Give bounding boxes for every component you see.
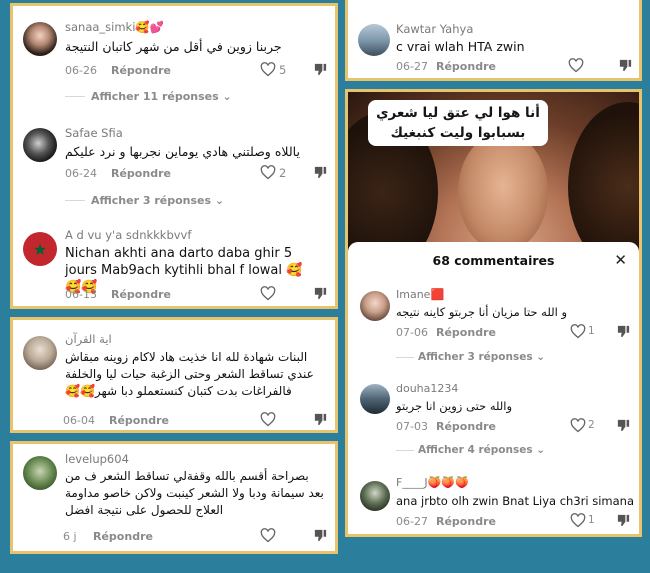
avatar[interactable] [23,336,57,370]
comment-text: جربنا زوين في أقل من شهر كاتبان النتيجة [65,39,282,54]
heart-icon[interactable] [570,513,586,528]
show-replies-button[interactable]: Afficher 3 réponses ⌄ [91,194,224,207]
chevron-down-icon: ⌄ [536,444,546,456]
reply-button[interactable]: Répondre [436,420,496,433]
video-caption: أنا هوا لي عتق ليا شعري بسبابوا وليت كنب… [368,100,548,146]
avatar[interactable] [360,384,390,414]
face-shape [458,132,548,252]
dislike-icon[interactable] [313,165,328,180]
like-count: 1 [588,325,595,337]
dislike-icon[interactable] [618,58,633,73]
avatar[interactable] [360,481,390,511]
flag-avatar[interactable]: ★ [23,232,57,266]
show-replies-label: Afficher 3 réponses [418,351,533,363]
reply-button[interactable]: Répondre [111,167,171,180]
comment-card-3: levelup604 بصراحة أقسم بالله وقفةلي تساق… [10,441,338,554]
avatar[interactable] [358,24,390,56]
like-count: 1 [588,514,595,526]
comment-username[interactable]: levelup604 [65,452,129,466]
reply-button[interactable]: Répondre [436,60,496,73]
comment-date: 06-27 [396,60,428,73]
reply-button[interactable]: Répondre [436,515,496,528]
comment-date: 6 j [63,530,77,543]
comment-username[interactable]: Imane🟥 [396,288,444,301]
comment-username[interactable]: F____J🍑🍑🍑 [396,476,469,489]
show-replies-label: Afficher 11 réponses [91,90,219,103]
divider [65,200,85,201]
avatar[interactable] [23,22,57,56]
comment-username[interactable]: sanaa_simki🥰💕 [65,20,164,34]
comment-text: و الله حتا مزيان أنا جربتو كاينه نتيجه [396,305,568,319]
heart-icon[interactable] [260,165,276,180]
show-replies-label: Afficher 4 réponses [418,444,533,456]
reply-button[interactable]: Répondre [111,64,171,77]
dislike-icon[interactable] [313,62,328,77]
comment-text: البنات شهادة لله انا خذيت هاد لاكام زوين… [65,350,314,398]
heart-icon[interactable] [260,528,276,543]
comment-date: 06-13 [65,288,97,301]
comment-card-4: Kawtar Yahya c vrai wlah HTA zwin 06-27 … [345,0,642,81]
reply-button[interactable]: Répondre [109,414,169,427]
show-replies-label: Afficher 3 réponses [91,194,212,207]
chevron-down-icon: ⌄ [536,351,546,363]
hair-shape [568,102,639,252]
comment-username[interactable]: Safae Sfia [65,126,123,140]
heart-icon[interactable] [260,62,276,77]
comment-card-2: اية القرآن البنات شهادة لله انا خذيت هاد… [10,317,338,433]
comment-text: ana jrbto olh zwin Bnat Liya ch3ri siman… [396,494,634,508]
comment-card-1: sanaa_simki🥰💕 جربنا زوين في أقل من شهر ك… [10,3,338,309]
comment-date: 07-06 [396,326,428,339]
show-replies-button[interactable]: Afficher 3 réponses ⌄ [418,351,545,363]
chevron-down-icon: ⌄ [222,90,232,103]
close-icon[interactable]: ✕ [614,251,627,269]
comment-username[interactable]: A d vu y'a sdnkkkbvvf [65,228,191,242]
dislike-icon[interactable] [313,528,328,543]
comments-count-header: 68 commentaires [432,253,555,268]
like-count: 2 [279,166,287,180]
comment-text: c vrai wlah HTA zwin [396,39,525,54]
show-replies-button[interactable]: Afficher 4 réponses ⌄ [418,444,545,456]
heart-icon[interactable] [570,324,586,339]
dislike-icon[interactable] [313,286,328,301]
comment-username[interactable]: اية القرآن [65,332,112,346]
avatar[interactable] [23,456,57,490]
divider [396,450,414,451]
comment-username[interactable]: douha1234 [396,382,458,395]
video-comments-card: أنا هوا لي عتق ليا شعري بسبابوا وليت كنب… [345,89,642,537]
divider [396,357,414,358]
heart-icon[interactable] [570,418,586,433]
reply-button[interactable]: Répondre [436,326,496,339]
heart-icon[interactable] [568,58,584,73]
reply-button[interactable]: Répondre [93,530,153,543]
like-count: 5 [279,63,287,77]
heart-icon[interactable] [260,412,276,427]
comment-date: 06-27 [396,515,428,528]
avatar[interactable] [23,128,57,162]
avatar[interactable] [360,291,390,321]
dislike-icon[interactable] [616,418,631,433]
comment-text: بصراحة أقسم بالله وقفةلي تساقط الشعر ف م… [65,469,324,517]
like-count: 2 [588,419,595,431]
show-replies-button[interactable]: Afficher 11 réponses ⌄ [91,90,232,103]
comments-sheet: 68 commentaires ✕ Imane🟥 و الله حتا مزيا… [348,242,639,534]
comment-date: 07-03 [396,420,428,433]
comment-date: 06-24 [65,167,97,180]
reply-button[interactable]: Répondre [111,288,171,301]
chevron-down-icon: ⌄ [214,194,225,207]
comment-text: Nichan akhti ana darto daba ghir 5 jours… [65,246,303,295]
comment-date: 06-04 [63,414,95,427]
dislike-icon[interactable] [616,324,631,339]
comment-text: والله حتى زوين انا جربتو [396,399,513,413]
dislike-icon[interactable] [313,412,328,427]
heart-icon[interactable] [260,286,276,301]
comment-date: 06-26 [65,64,97,77]
comment-text: ياللاه وصلتني هادي يوماين نجربها و نرد ع… [65,144,300,159]
comment-username[interactable]: Kawtar Yahya [396,22,473,36]
divider [65,96,85,97]
dislike-icon[interactable] [616,513,631,528]
